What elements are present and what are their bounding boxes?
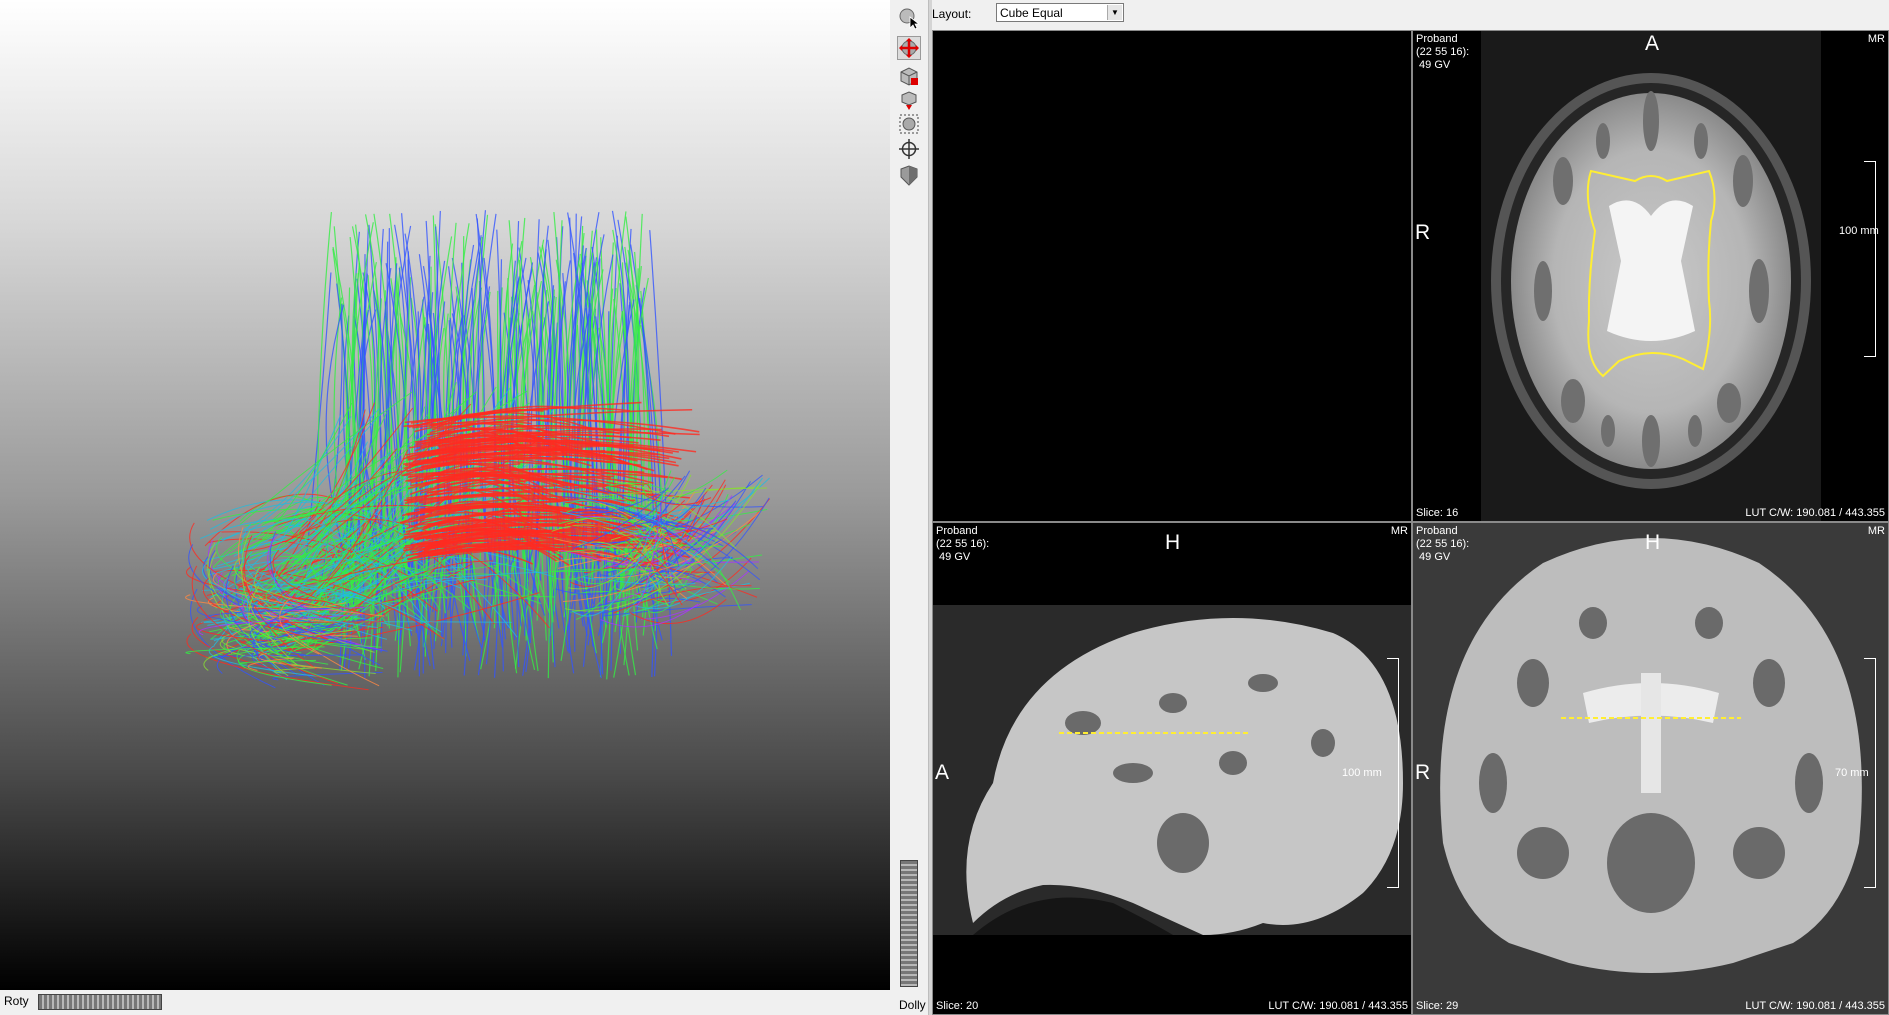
scale-label: 100 mm [1342,767,1382,779]
cut-plane-button[interactable] [897,64,921,88]
roty-thumbwheel[interactable] [38,994,162,1010]
scale-label: 70 mm [1835,767,1869,779]
lut-info: LUT C/W: 190.081 / 443.355 [1268,1000,1408,1012]
move-down-button[interactable] [897,88,921,112]
modality-label: MR [1867,525,1885,537]
cube-cut-icon [900,67,918,86]
view-toolbar: Dolly [890,0,928,1015]
lut-info: LUT C/W: 190.081 / 443.355 [1745,1000,1885,1012]
sagittal-viewport[interactable]: Proband (22 55 16): 49 GV MR H A 100 mm … [932,522,1412,1015]
rotate-icon [899,38,919,58]
orientation-left: A [935,761,950,784]
crosshair-button[interactable] [897,137,921,161]
orientation-left: R [1415,761,1431,784]
gray-value: 49 GV [1416,59,1451,71]
cube-down-icon [901,91,917,110]
dolly-thumbwheel[interactable] [900,860,918,987]
slice-number: Slice: 16 [1416,507,1459,519]
patient-name: Proband [1416,33,1458,45]
lut-info: LUT C/W: 190.081 / 443.355 [1745,507,1885,519]
bottom-bar: Roty [0,990,890,1015]
modality-label: MR [1390,525,1408,537]
patient-info: Proband (22 55 16): 49 GV [1416,33,1469,72]
slice-number: Slice: 29 [1416,1000,1459,1012]
orientation-top: H [1165,531,1181,554]
pointer-tool-button[interactable] [897,6,921,30]
layout-label: Layout: [932,7,972,21]
empty-viewport[interactable] [932,30,1412,522]
patient-info: Proband (22 55 16): 49 GV [1416,525,1469,564]
gray-value: 49 GV [1416,551,1451,563]
cursor-coordinates: (22 55 16): [936,538,990,550]
crosshair-icon [899,139,919,159]
axial-image [1481,31,1821,521]
patient-info: Proband (22 55 16): 49 GV [936,525,989,564]
rotate-tool-button[interactable] [897,36,921,60]
roty-label: Roty [4,994,29,1008]
orientation-top: A [1645,32,1660,55]
patient-name: Proband [936,525,978,537]
layout-bar: Layout: Cube Equal ▼ [932,0,1889,30]
layout-select-value: Cube Equal [1000,6,1063,20]
sagittal-image [933,605,1411,935]
3d-tractography-view[interactable] [0,0,890,990]
select-region-icon [899,114,919,134]
chevron-down-icon[interactable]: ▼ [1107,5,1122,20]
shield-icon [900,165,918,186]
scale-ruler [1387,658,1399,888]
axial-viewport[interactable]: Proband (22 55 16): 49 GV MR A R 100 mm … [1412,30,1889,522]
gray-value: 49 GV [936,551,971,563]
cursor-coordinates: (22 55 16): [1416,538,1470,550]
fiber-tracts [185,210,771,691]
coronal-viewport[interactable]: Proband (22 55 16): 49 GV MR H R 70 mm S… [1412,522,1889,1015]
shading-button[interactable] [897,163,921,187]
dolly-label: Dolly [899,998,926,1012]
orientation-top: H [1645,531,1661,554]
select-region-button[interactable] [897,112,921,136]
layout-select[interactable]: Cube Equal ▼ [996,3,1124,22]
cursor-coordinates: (22 55 16): [1416,46,1470,58]
coronal-image [1413,523,1888,1014]
slice-number: Slice: 20 [936,1000,979,1012]
patient-name: Proband [1416,525,1458,537]
orientation-left: R [1415,221,1431,244]
modality-label: MR [1867,33,1885,45]
scale-label: 100 mm [1839,225,1879,237]
scale-ruler [1864,161,1876,357]
pointer-icon [899,8,920,29]
